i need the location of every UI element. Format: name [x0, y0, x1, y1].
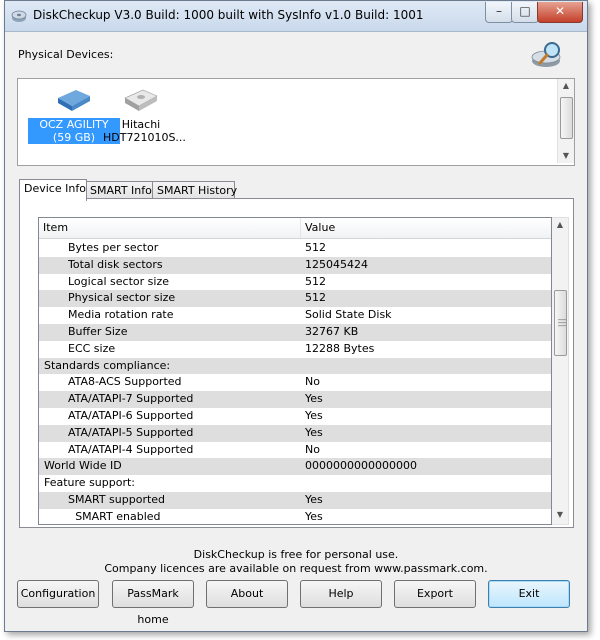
magnifier-disk-icon[interactable] — [530, 39, 566, 69]
row-value-cell: 125045424 — [305, 257, 368, 271]
device-label: Hitachi HDT721010S... — [103, 118, 186, 144]
device-list[interactable]: OCZ AGILITY (59 GB) Hitachi HDT721010S..… — [17, 78, 575, 166]
row-value-cell: Solid State Disk — [305, 308, 392, 322]
table-row[interactable]: Standards compliance: — [39, 357, 551, 375]
table-row[interactable]: Buffer Size 32767 KB — [39, 323, 551, 341]
row-value-cell: 512 — [305, 291, 326, 305]
row-value-cell: Yes — [305, 425, 323, 439]
about-button[interactable]: About — [206, 580, 288, 608]
row-value-cell: 512 — [305, 241, 326, 254]
title-bar[interactable]: DiskCheckup V3.0 Build: 1000 built with … — [5, 1, 587, 32]
table-body: Bytes per sector 512 Total disk sectors 125… — [39, 240, 551, 524]
physical-devices-label: Physical Devices: — [18, 48, 114, 61]
row-item-cell: ATA8-ACS Supported — [68, 375, 182, 389]
scroll-up-icon[interactable]: ▲ — [552, 218, 568, 232]
window-title: DiskCheckup V3.0 Build: 1000 built with … — [33, 8, 424, 22]
row-value-cell: Yes — [305, 492, 323, 506]
scroll-thumb[interactable] — [560, 97, 573, 139]
device-list-scrollbar[interactable]: ▲ ▼ — [557, 79, 574, 163]
row-item-cell: Total disk sectors — [68, 257, 163, 271]
row-item-cell: Feature support: — [44, 476, 136, 490]
column-header-value[interactable]: Value — [301, 218, 545, 238]
table-row[interactable]: Physical sector size 512 — [39, 290, 551, 308]
table-row[interactable]: Media rotation rate Solid State Disk — [39, 307, 551, 324]
row-value-cell: Yes — [305, 509, 323, 523]
license-note: DiskCheckup is free for personal use. — [193, 548, 399, 561]
scroll-up-icon[interactable]: ▲ — [558, 79, 574, 93]
device-info-table[interactable]: Item Value Bytes per sector 512 Total disk… — [38, 217, 552, 525]
row-item-cell: Buffer Size — [68, 324, 128, 338]
table-row[interactable]: ATA/ATAPI-6 Supported Yes — [39, 408, 551, 425]
app-icon — [11, 10, 27, 22]
row-item-cell: SMART supported — [68, 492, 166, 506]
row-item-cell: ATA/ATAPI-4 Supported — [68, 442, 194, 456]
row-value-cell: 12288 Bytes — [305, 341, 375, 355]
tab-device-info[interactable]: Device Info — [19, 179, 87, 201]
table-row[interactable]: ATA/ATAPI-7 Supported Yes — [39, 391, 551, 408]
row-value-cell: 512 — [305, 274, 326, 288]
scroll-down-icon[interactable]: ▼ — [552, 508, 568, 522]
row-item-cell: ATA/ATAPI-6 Supported — [68, 408, 194, 422]
table-row[interactable]: ECC size 12288 Bytes — [39, 341, 551, 358]
table-row[interactable]: SMART supported Yes — [39, 491, 551, 509]
disk-icon — [58, 90, 90, 111]
scroll-down-icon[interactable]: ▼ — [558, 149, 574, 163]
column-header-item[interactable]: Item — [39, 218, 301, 238]
license-contact-note: Company licences are available on reques… — [104, 562, 488, 575]
table-row[interactable]: ATA/ATAPI-5 Supported Yes — [39, 424, 551, 442]
minimize-button[interactable]: – — [485, 2, 513, 23]
row-item-cell: ATA/ATAPI-7 Supported — [68, 392, 194, 406]
disk-icon — [124, 89, 158, 111]
row-item-cell: ATA/ATAPI-5 Supported — [68, 425, 194, 439]
row-item-cell: World Wide ID — [44, 459, 122, 473]
row-item-cell: Physical sector size — [68, 291, 176, 305]
table-row[interactable]: Logical sector size 512 — [39, 274, 551, 291]
device-info-panel: Item Value Bytes per sector 512 Total disk… — [19, 198, 574, 528]
table-row[interactable]: SMART enabled Yes — [39, 509, 551, 524]
row-value-cell: Yes — [305, 392, 323, 406]
table-row[interactable]: Total disk sectors 125045424 — [39, 256, 551, 274]
table-row[interactable]: ATA8-ACS Supported No — [39, 374, 551, 391]
close-button[interactable]: ✕ — [537, 2, 583, 23]
passmark-home-button[interactable]: PassMark home — [112, 580, 194, 626]
row-item-cell: Standards compliance: — [44, 358, 171, 372]
row-value-cell: Yes — [305, 408, 323, 422]
configuration-button[interactable]: Configuration — [17, 580, 99, 608]
row-item-cell: SMART enabled — [75, 509, 161, 523]
row-item-cell: Bytes per sector — [68, 241, 159, 254]
row-item-cell: Media rotation rate — [68, 308, 174, 322]
row-value-cell: No — [305, 375, 320, 389]
table-row[interactable]: World Wide ID 0000000000000000 — [39, 458, 551, 476]
scroll-thumb[interactable]: ― ― ― — [554, 290, 567, 356]
row-value-cell: 32767 KB — [305, 324, 359, 338]
table-row[interactable]: Feature support: — [39, 475, 551, 492]
export-button[interactable]: Export — [394, 580, 476, 608]
device-item-hitachi[interactable]: Hitachi HDT721010S... — [101, 84, 186, 146]
row-value-cell: 0000000000000000 — [305, 459, 417, 473]
row-item-cell: Logical sector size — [68, 274, 169, 288]
table-row[interactable]: Bytes per sector 512 — [39, 240, 551, 257]
maximize-button[interactable]: □ — [511, 2, 539, 23]
row-item-cell: ECC size — [68, 341, 116, 355]
row-value-cell: No — [305, 442, 320, 456]
table-row[interactable]: ATA/ATAPI-4 Supported No — [39, 442, 551, 459]
grip-icon: ― ― ― — [558, 315, 566, 330]
app-window: DiskCheckup V3.0 Build: 1000 built with … — [4, 0, 588, 632]
table-scrollbar[interactable]: ▲ ― ― ― ▼ — [552, 217, 569, 525]
table-header: Item Value — [39, 218, 551, 239]
help-button[interactable]: Help — [300, 580, 382, 608]
exit-button[interactable]: Exit — [488, 580, 570, 608]
